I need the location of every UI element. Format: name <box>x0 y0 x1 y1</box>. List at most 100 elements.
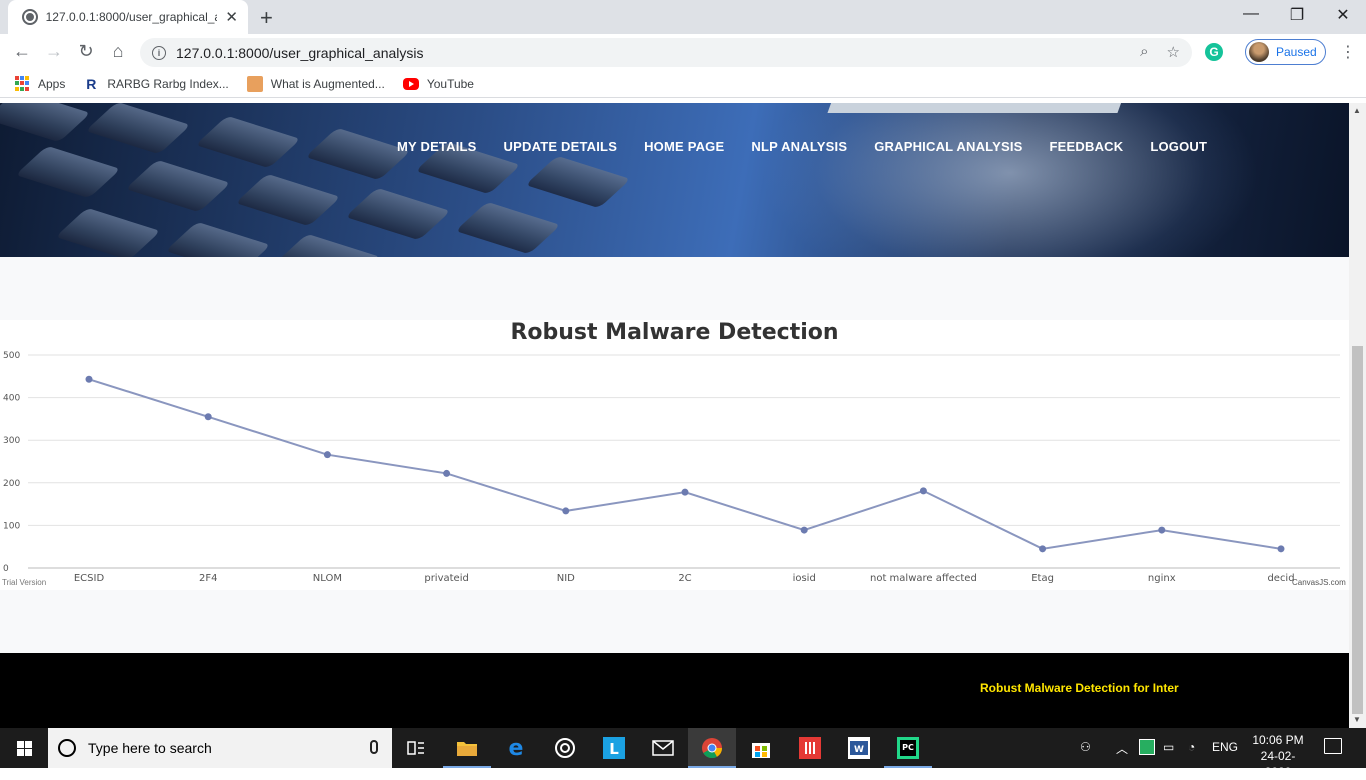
keyboard-key <box>345 187 451 241</box>
browser-menu-icon[interactable]: ⋮ <box>1340 42 1356 62</box>
data-point <box>1277 545 1285 553</box>
forward-button[interactable]: → <box>42 41 66 62</box>
hero-slab <box>827 103 1123 113</box>
bookmark-label: RARBG Rarbg Index... <box>107 76 229 91</box>
y-tick-label: 400 <box>3 394 20 404</box>
task-view-icon[interactable] <box>392 728 440 768</box>
file-explorer-icon[interactable] <box>443 728 491 768</box>
bookmark-star-icon[interactable]: ☆ <box>1167 43 1180 61</box>
page-footer: Robust Malware Detection for Inter <box>0 653 1349 728</box>
taskbar-search[interactable]: Type here to search <box>48 728 392 768</box>
chart-title: Robust Malware Detection <box>510 320 839 345</box>
x-tick-label: nginx <box>1148 573 1176 584</box>
action-center-icon[interactable] <box>1324 738 1342 754</box>
trial-version-label: Trial Version <box>2 578 47 587</box>
mail-icon[interactable] <box>639 728 687 768</box>
info-icon[interactable]: i <box>152 45 166 60</box>
media-app-icon[interactable] <box>541 728 589 768</box>
nav-logout[interactable]: LOGOUT <box>1150 139 1207 154</box>
y-tick-label: 300 <box>3 436 20 446</box>
data-point <box>562 507 570 515</box>
tray-chevron-icon[interactable]: ︿ <box>1116 740 1128 757</box>
language-indicator[interactable]: ENG <box>1212 740 1238 754</box>
avatar <box>1249 42 1269 62</box>
microphone-icon[interactable] <box>370 740 378 754</box>
chart-panel: 0 100 200 300 400 500 ECSID 2F4 NLOM privateid NID… <box>0 320 1349 590</box>
bookmark-rarbg[interactable]: R RARBG Rarbg Index... <box>83 76 228 92</box>
wifi-icon[interactable]: ◔ <box>1188 740 1195 754</box>
url-text[interactable]: 127.0.0.1:8000/user_graphical_analysis <box>176 45 424 61</box>
x-tick-label: privateid <box>424 573 468 584</box>
home-button[interactable]: ⌂ <box>106 41 130 62</box>
scrollbar-thumb[interactable] <box>1352 346 1363 714</box>
nav-nlp-analysis[interactable]: NLP ANALYSIS <box>751 139 847 154</box>
green-tray-app-icon[interactable] <box>1139 739 1155 755</box>
data-point <box>323 451 331 459</box>
bookmark-label: Apps <box>38 76 66 91</box>
keyboard-key <box>235 173 341 227</box>
back-button[interactable]: ← <box>10 41 34 62</box>
bookmark-youtube[interactable]: YouTube <box>402 77 474 91</box>
people-icon[interactable]: ⚇ <box>1080 740 1091 754</box>
chrome-icon[interactable] <box>688 728 736 768</box>
minimize-button[interactable]: — <box>1228 5 1274 23</box>
new-tab-button[interactable]: + <box>260 5 273 31</box>
keyboard-key <box>305 127 411 181</box>
svg-text:e: e <box>509 737 524 759</box>
keyboard-key <box>275 233 381 257</box>
data-point <box>85 375 93 383</box>
battery-icon[interactable]: ▭ <box>1163 740 1174 754</box>
bookmark-apps[interactable]: Apps <box>14 75 66 92</box>
x-tick-label: NLOM <box>313 573 342 584</box>
bookmark-augmented[interactable]: What is Augmented... <box>246 75 385 92</box>
search-placeholder: Type here to search <box>88 740 212 756</box>
nav-feedback[interactable]: FEEDBACK <box>1050 139 1124 154</box>
augmented-icon <box>246 75 263 92</box>
y-tick-label: 200 <box>3 479 20 489</box>
grammarly-extension-icon[interactable]: G <box>1205 43 1223 61</box>
scroll-down-arrow-icon[interactable]: ▼ <box>1353 715 1361 724</box>
bookmark-label: What is Augmented... <box>270 76 385 91</box>
system-clock[interactable]: 10:06 PM 24-02-2020 <box>1250 732 1306 780</box>
edge-browser-icon[interactable]: e <box>492 728 540 768</box>
series-line <box>88 378 1282 550</box>
nav-my-details[interactable]: MY DETAILS <box>397 139 477 154</box>
close-tab-icon[interactable]: ✕ <box>225 8 238 26</box>
keyboard-key <box>0 103 91 143</box>
canvasjs-credit-link[interactable]: CanvasJS.com <box>1292 578 1346 587</box>
reload-button[interactable]: ↻ <box>74 41 98 62</box>
close-window-button[interactable]: ✕ <box>1320 5 1366 25</box>
nav-graphical-analysis[interactable]: GRAPHICAL ANALYSIS <box>874 139 1022 154</box>
scroll-up-arrow-icon[interactable]: ▲ <box>1353 106 1361 115</box>
data-point <box>204 413 212 421</box>
data-point <box>800 526 808 534</box>
nav-home-page[interactable]: HOME PAGE <box>644 139 724 154</box>
red-app-icon[interactable] <box>786 728 834 768</box>
hero-glow <box>760 103 1260 257</box>
x-tick-label: ECSID <box>74 573 105 584</box>
zoom-icon[interactable]: ⌕ <box>1140 43 1148 61</box>
start-button[interactable] <box>0 728 48 768</box>
address-bar[interactable]: i 127.0.0.1:8000/user_graphical_analysis… <box>140 38 1192 67</box>
pycharm-icon[interactable]: PC <box>884 728 932 768</box>
y-tick-label: 0 <box>3 564 9 574</box>
x-tick-label: NID <box>557 573 575 584</box>
nav-update-details[interactable]: UPDATE DETAILS <box>504 139 618 154</box>
data-point <box>681 488 689 496</box>
browser-toolbar: ← → ↻ ⌂ i 127.0.0.1:8000/user_graphical_… <box>0 34 1366 70</box>
store-icon[interactable] <box>737 728 785 768</box>
keyboard-key <box>15 145 121 199</box>
tab-title: 127.0.0.1:8000/user_graphical_analysis <box>45 10 218 24</box>
keyboard-key <box>55 207 161 257</box>
restore-button[interactable]: ❐ <box>1274 5 1320 25</box>
word-icon[interactable]: W <box>835 728 883 768</box>
footer-marquee-text: Robust Malware Detection for Inter <box>980 681 1179 695</box>
cortana-icon <box>58 739 76 757</box>
browser-tab[interactable]: 127.0.0.1:8000/user_graphical_analysis ✕ <box>8 0 248 34</box>
youtube-icon <box>402 77 419 90</box>
svg-text:W: W <box>854 745 864 755</box>
apps-icon <box>14 75 30 92</box>
page-scrollbar[interactable]: ▲ ▼ <box>1349 103 1366 728</box>
l-app-icon[interactable]: L <box>590 728 638 768</box>
profile-button[interactable]: Paused <box>1245 39 1326 65</box>
